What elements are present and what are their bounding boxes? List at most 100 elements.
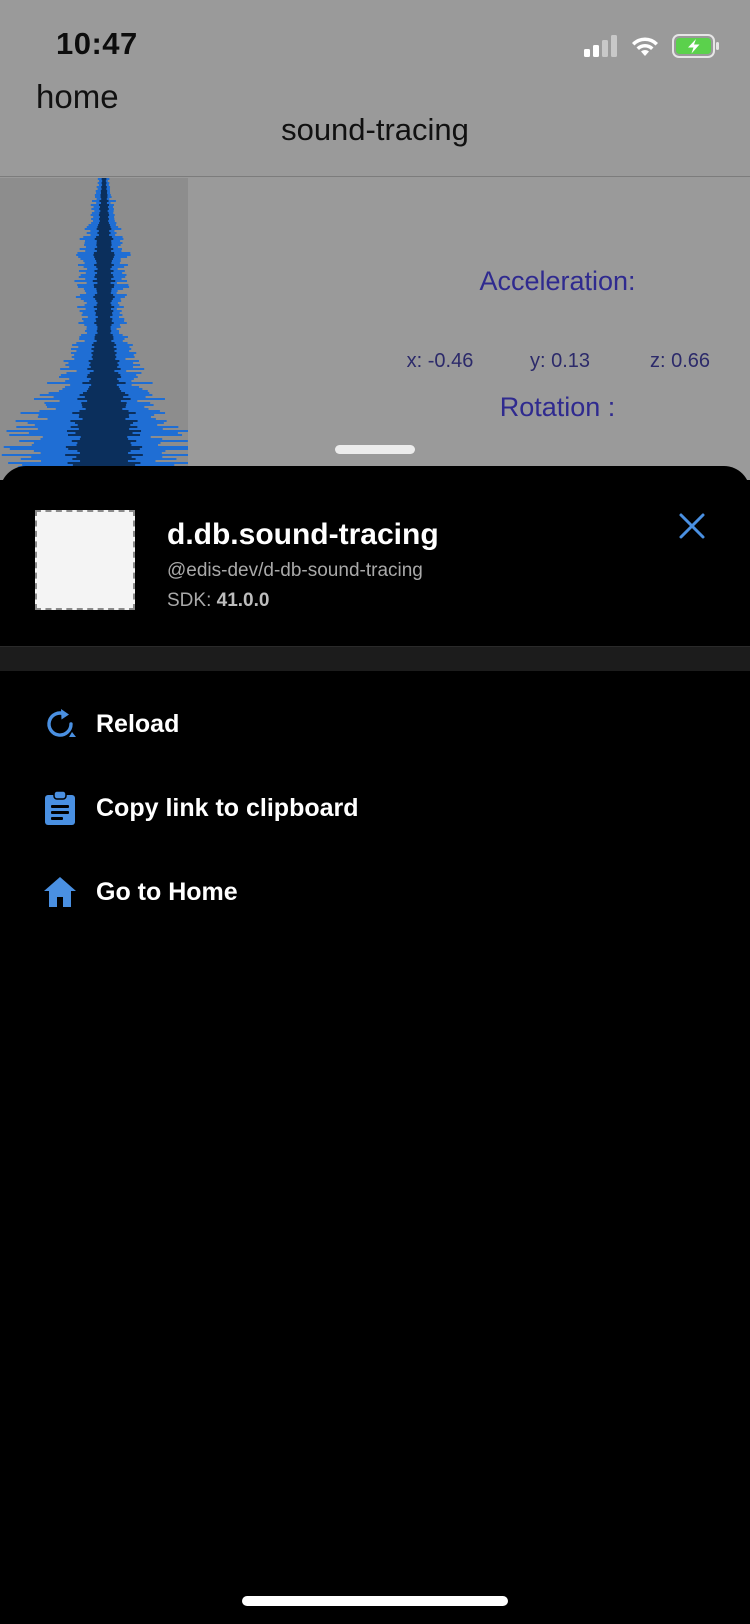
waveform-core bbox=[89, 364, 119, 366]
sdk-prefix: SDK: bbox=[167, 590, 217, 611]
waveform-core bbox=[93, 254, 115, 256]
waveform-core bbox=[76, 444, 132, 446]
waveform-core bbox=[65, 446, 143, 448]
menu-item-copy-link[interactable]: Copy link to clipboard bbox=[0, 766, 750, 850]
waveform-core bbox=[87, 374, 121, 376]
waveform-core bbox=[94, 270, 114, 272]
waveform-core bbox=[98, 214, 110, 216]
waveform-core bbox=[84, 396, 124, 398]
waveform-core bbox=[97, 268, 111, 270]
waveform-core bbox=[100, 210, 108, 212]
waveform-core bbox=[95, 298, 113, 300]
home-indicator bbox=[242, 1596, 508, 1606]
waveform-core bbox=[96, 244, 112, 246]
waveform-core bbox=[82, 406, 126, 408]
waveform-core bbox=[90, 378, 118, 380]
waveform-core bbox=[100, 196, 108, 198]
waveform-core bbox=[70, 420, 138, 422]
waveform-core bbox=[93, 296, 115, 298]
close-button[interactable] bbox=[672, 506, 712, 546]
waveform-core bbox=[90, 362, 118, 364]
waveform-core bbox=[97, 226, 111, 228]
waveform-core bbox=[89, 380, 119, 382]
waveform-core bbox=[91, 352, 117, 354]
waveform-core bbox=[93, 252, 115, 254]
waveform-core bbox=[99, 208, 109, 210]
waveform-core bbox=[101, 202, 107, 204]
waveform-core bbox=[95, 334, 113, 336]
waveform-core bbox=[95, 274, 113, 276]
app-slug: @edis-dev/d-db-sound-tracing bbox=[167, 560, 423, 581]
waveform-core bbox=[96, 288, 112, 290]
waveform-core bbox=[96, 324, 112, 326]
waveform-core bbox=[89, 386, 119, 388]
waveform-core bbox=[97, 302, 111, 304]
dev-menu-sheet: d.db.sound-tracing @edis-dev/d-db-sound-… bbox=[0, 466, 750, 1624]
waveform-core bbox=[78, 416, 130, 418]
waveform-core bbox=[99, 212, 109, 214]
waveform-core bbox=[94, 256, 114, 258]
sheet-header: d.db.sound-tracing @edis-dev/d-db-sound-… bbox=[0, 466, 750, 646]
waveform-core bbox=[96, 290, 112, 292]
waveform-core bbox=[96, 304, 112, 306]
waveform-core bbox=[77, 450, 131, 452]
waveform-core bbox=[82, 382, 126, 384]
waveform-core bbox=[96, 266, 112, 268]
waveform-core bbox=[93, 284, 115, 286]
acceleration-values: x: -0.46 y: 0.13 z: 0.66 bbox=[380, 350, 740, 373]
waveform-core bbox=[96, 340, 112, 342]
waveform-core bbox=[74, 422, 134, 424]
waveform-core bbox=[96, 228, 112, 230]
waveform-core bbox=[80, 436, 128, 438]
waveform-core bbox=[93, 306, 115, 308]
waveform-core bbox=[91, 344, 117, 346]
waveform-core bbox=[80, 460, 128, 462]
waveform-core bbox=[96, 242, 112, 244]
acceleration-y: y: 0.13 bbox=[529, 350, 591, 372]
menu-item-label: Reload bbox=[96, 709, 180, 738]
waveform-core bbox=[96, 250, 112, 252]
waveform-core bbox=[88, 360, 120, 362]
acceleration-label: Acceleration: bbox=[479, 266, 636, 296]
waveform-core bbox=[79, 394, 129, 396]
waveform-core bbox=[101, 182, 107, 184]
menu-item-label: Go to Home bbox=[96, 877, 238, 906]
sheet-grabber-handle[interactable] bbox=[335, 445, 415, 454]
waveform-core bbox=[72, 412, 136, 414]
waveform-core bbox=[98, 234, 110, 236]
waveform-core bbox=[91, 356, 117, 358]
waveform-core bbox=[82, 418, 126, 420]
waveform-core bbox=[92, 280, 116, 282]
waveform-core bbox=[86, 390, 122, 392]
waveform-core bbox=[71, 440, 137, 442]
waveform-core bbox=[86, 376, 122, 378]
waveform-visualization bbox=[0, 178, 195, 480]
waveform-core bbox=[79, 410, 129, 412]
dev-menu-list: Reload Copy link to clipboard Go to Home bbox=[0, 670, 750, 934]
waveform-core bbox=[67, 434, 141, 436]
menu-item-reload[interactable]: Reload bbox=[0, 682, 750, 766]
waveform-core bbox=[94, 286, 114, 288]
waveform-core bbox=[79, 438, 129, 440]
waveform-core bbox=[96, 240, 112, 242]
wifi-icon bbox=[630, 35, 660, 57]
waveform-core bbox=[82, 392, 126, 394]
waveform-core bbox=[96, 300, 112, 302]
waveform-core bbox=[97, 332, 111, 334]
waveform-core bbox=[94, 264, 114, 266]
waveform-core bbox=[65, 454, 143, 456]
waveform-core bbox=[94, 276, 114, 278]
waveform-core bbox=[81, 404, 127, 406]
menu-item-go-home[interactable]: Go to Home bbox=[0, 850, 750, 934]
clipboard-icon bbox=[42, 790, 78, 826]
waveform-core bbox=[91, 348, 117, 350]
waveform-core bbox=[70, 426, 138, 428]
waveform-core bbox=[93, 350, 115, 352]
waveform-core bbox=[100, 194, 108, 196]
waveform-core bbox=[98, 230, 110, 232]
waveform-core bbox=[101, 188, 107, 190]
waveform-core bbox=[97, 272, 111, 274]
waveform-core bbox=[94, 322, 114, 324]
waveform-core bbox=[93, 342, 115, 344]
waveform-core bbox=[85, 408, 123, 410]
